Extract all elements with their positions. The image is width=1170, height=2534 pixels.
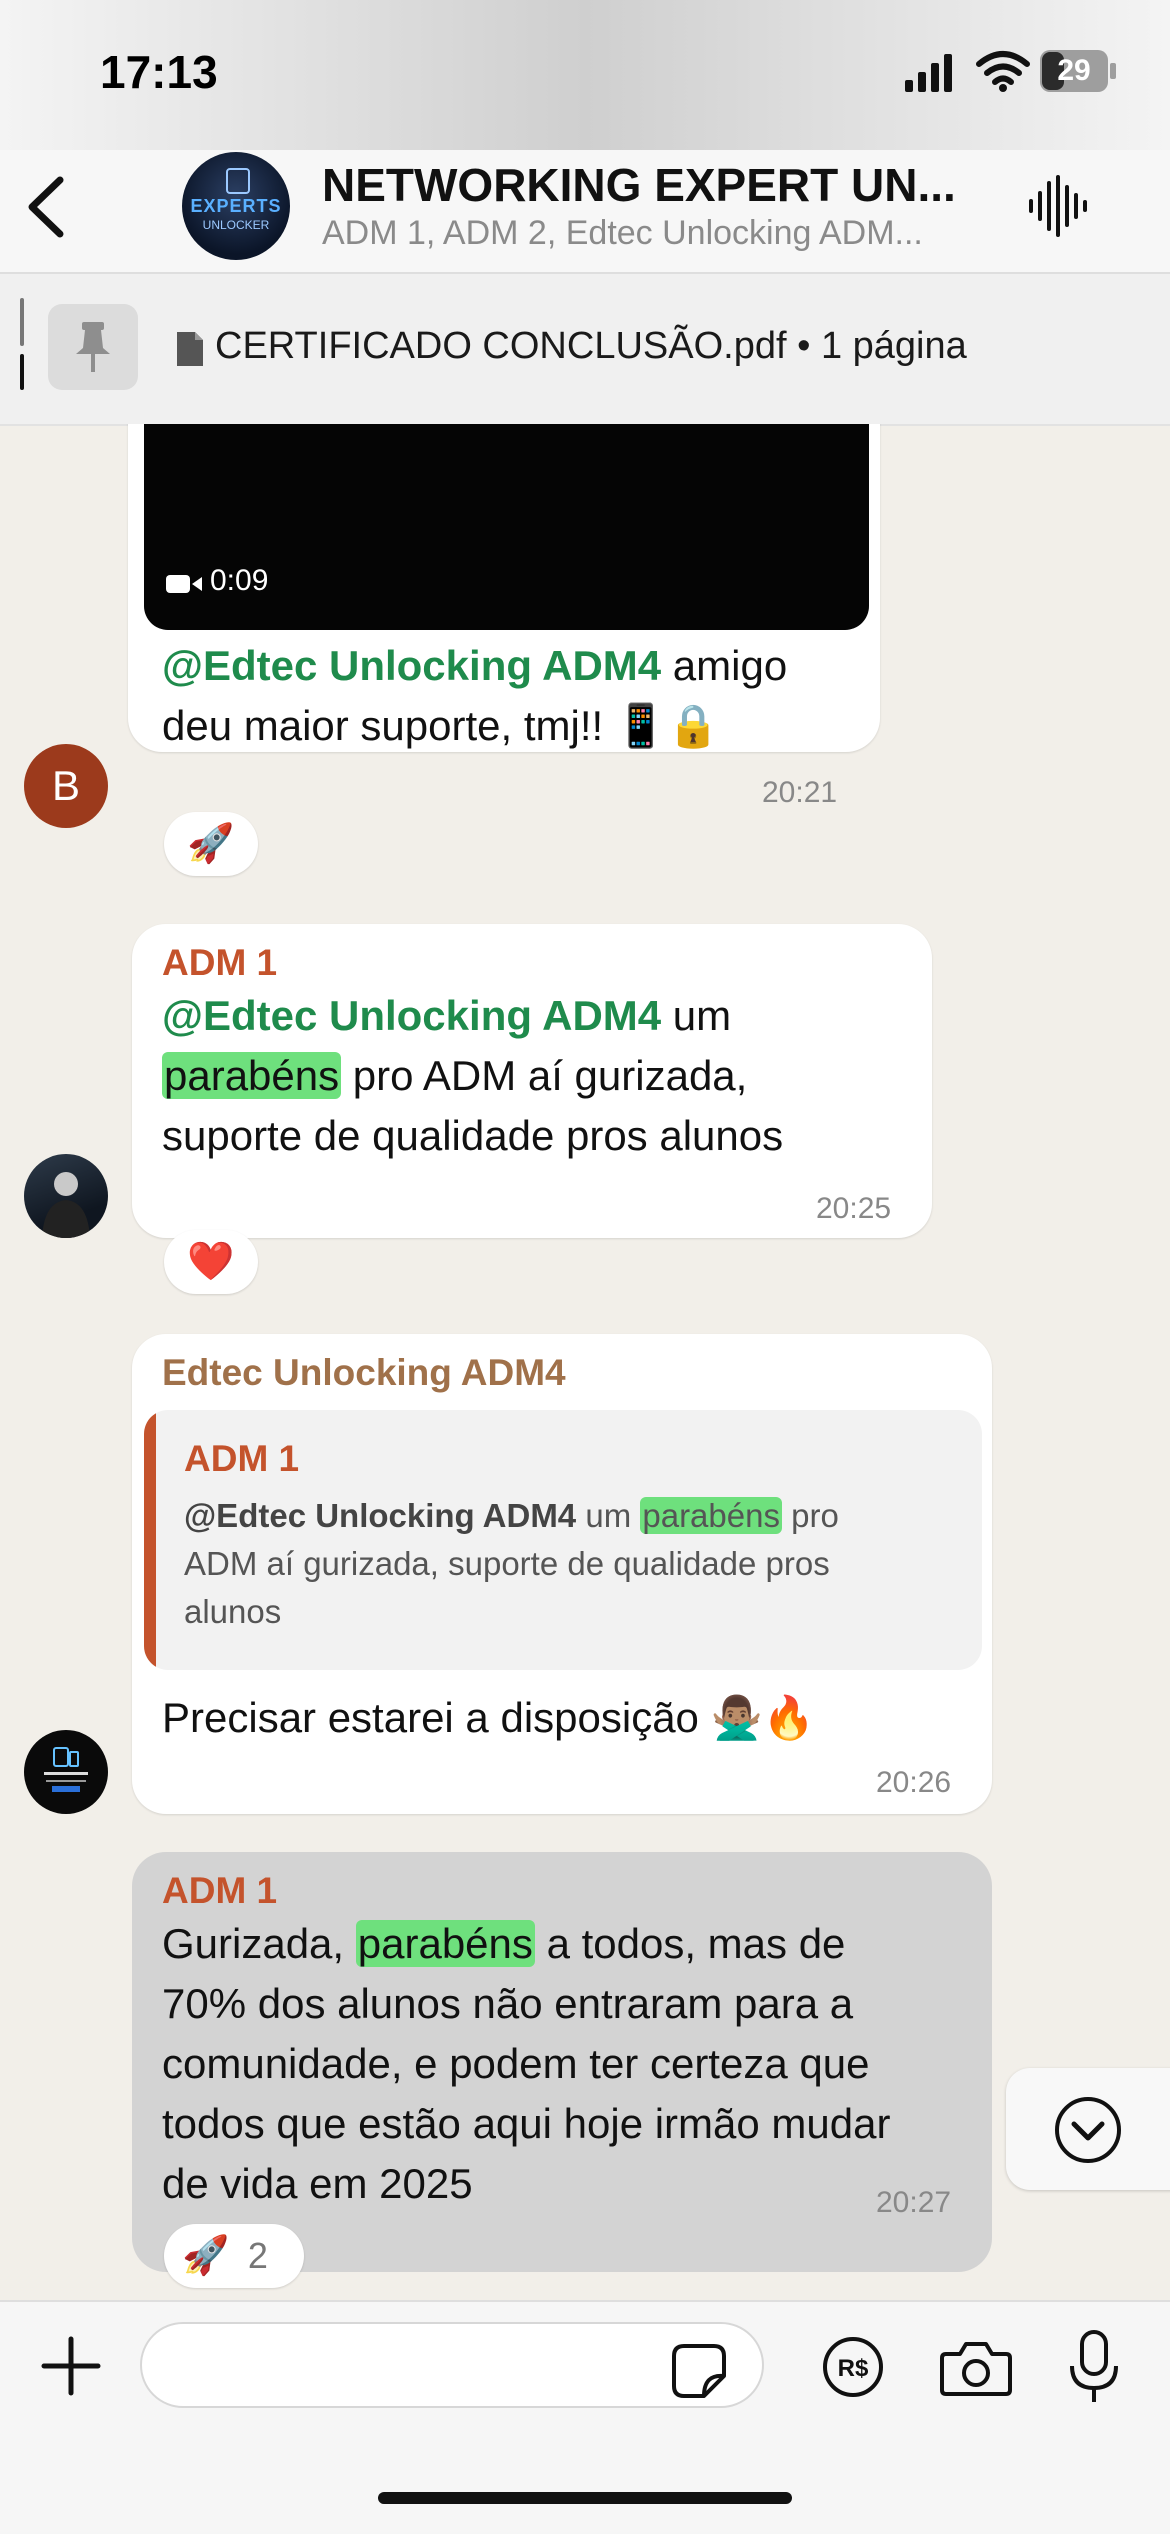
edtec-logo-icon [44, 1747, 88, 1792]
plus-icon[interactable] [40, 2335, 102, 2397]
pin-icon [76, 322, 110, 372]
avatar-logo-subtext: UNLOCKER [202, 218, 270, 232]
home-indicator [378, 2492, 792, 2504]
pinned-file-label[interactable]: CERTIFICADO CONCLUSÃO.pdf • 1 página [215, 325, 967, 368]
quote-sender: ADM 1 [184, 1438, 300, 1479]
message-time: 20:25 [816, 1192, 892, 1225]
quote-text-part: ADM aí gurizada, suporte de qualidade pr… [184, 1545, 830, 1582]
quote-text-part: pro [781, 1497, 839, 1534]
message-time: 20:26 [876, 1766, 952, 1799]
highlighted-word: parabéns [355, 1920, 535, 1967]
scroll-to-bottom-button[interactable] [1006, 2068, 1170, 2190]
highlighted-word: parabéns [162, 1052, 342, 1099]
quote-accent-bar [144, 1410, 156, 1670]
pinned-indicator [20, 298, 24, 390]
cellular-signal-icon [905, 54, 952, 92]
message-text-part: de vida em 2025 [162, 2160, 473, 2207]
message-text-part: pro ADM aí gurizada, [341, 1052, 748, 1099]
avatar[interactable] [24, 1730, 108, 1814]
message-text-part: todos que estão aqui hoje irmão mudar [162, 2100, 891, 2147]
sender-name[interactable]: ADM 1 [162, 942, 277, 984]
avatar[interactable]: B [24, 744, 108, 828]
message-time: 20:21 [762, 776, 838, 809]
voice-chat-icon[interactable] [1025, 175, 1087, 237]
video-camera-icon [166, 575, 202, 593]
message-text-part: Gurizada, [162, 1920, 356, 1967]
message-text: Gurizada, parabéns a todos, mas de 70% d… [162, 1914, 982, 2214]
sender-name[interactable]: Edtec Unlocking ADM4 [162, 1352, 566, 1394]
message-text-part: um [661, 992, 732, 1039]
message-text: @Edtec Unlocking ADM4 amigo deu maior su… [162, 636, 862, 756]
mention[interactable]: @Edtec Unlocking ADM4 [162, 642, 661, 689]
avatar[interactable] [24, 1154, 108, 1238]
chevron-down-circle-icon [1055, 2097, 1121, 2163]
reaction-count: 2 [247, 2235, 268, 2276]
quoted-message[interactable]: ADM 1 @Edtec Unlocking ADM4 um parabéns … [144, 1410, 982, 1670]
reaction-rocket-count[interactable]: 🚀 2 [164, 2224, 304, 2288]
group-title[interactable]: NETWORKING EXPERT UN... [322, 158, 956, 212]
avatar-logo-text: EXPERTS [190, 196, 282, 216]
reaction-heart[interactable]: ❤️ [164, 1230, 258, 1294]
chat-messages[interactable]: 0:09 @Edtec Unlocking ADM4 amigo deu mai… [0, 424, 1170, 2300]
quote-text-part: alunos [184, 1593, 282, 1630]
sticker-icon[interactable] [670, 2342, 728, 2400]
message-text-part: deu maior suporte, tmj!! 📱🔒 [162, 702, 720, 749]
mention[interactable]: @Edtec Unlocking ADM4 [162, 992, 661, 1039]
wifi-icon [976, 51, 1030, 92]
video-thumbnail[interactable]: 0:09 [144, 424, 869, 630]
highlighted-word: parabéns [640, 1497, 782, 1534]
reaction-rocket[interactable]: 🚀 [164, 812, 258, 876]
svg-text:R$: R$ [838, 2355, 869, 2382]
group-avatar[interactable]: EXPERTS UNLOCKER [182, 152, 290, 260]
camera-icon[interactable] [940, 2338, 1012, 2398]
message-text-part: comunidade, e podem ter certeza que [162, 2040, 870, 2087]
reaction-emoji: 🚀 [182, 2235, 230, 2277]
payment-icon[interactable]: R$ [822, 2336, 884, 2398]
message-text: @Edtec Unlocking ADM4 um parabéns pro AD… [162, 986, 922, 1166]
lock-icon [226, 168, 250, 194]
battery-icon: 29 [1040, 50, 1118, 92]
quote-text: @Edtec Unlocking ADM4 um parabéns pro AD… [184, 1492, 964, 1636]
microphone-icon[interactable] [1066, 2330, 1122, 2406]
message-text-part: 70% dos alunos não entraram para a [162, 1980, 854, 2027]
message-text: Precisar estarei a disposição 🙅🏽‍♂️🔥 [162, 1694, 816, 1741]
battery-level: 29 [1057, 54, 1091, 87]
quote-text-part: um [576, 1497, 641, 1534]
video-duration: 0:09 [210, 564, 269, 597]
sender-name[interactable]: ADM 1 [162, 1870, 277, 1912]
message-time: 20:27 [876, 2186, 952, 2219]
back-chevron-icon[interactable] [18, 172, 78, 242]
quote-mention: @Edtec Unlocking ADM4 [184, 1497, 577, 1534]
document-icon [177, 332, 203, 366]
status-time: 17:13 [100, 46, 218, 98]
person-silhouette-icon [42, 1172, 90, 1238]
group-members[interactable]: ADM 1, ADM 2, Edtec Unlocking ADM... [322, 214, 923, 253]
message-text-part: amigo [661, 642, 788, 689]
message-text-part: a todos, mas de [534, 1920, 846, 1967]
message-text-part: suporte de qualidade pros alunos [162, 1112, 784, 1159]
